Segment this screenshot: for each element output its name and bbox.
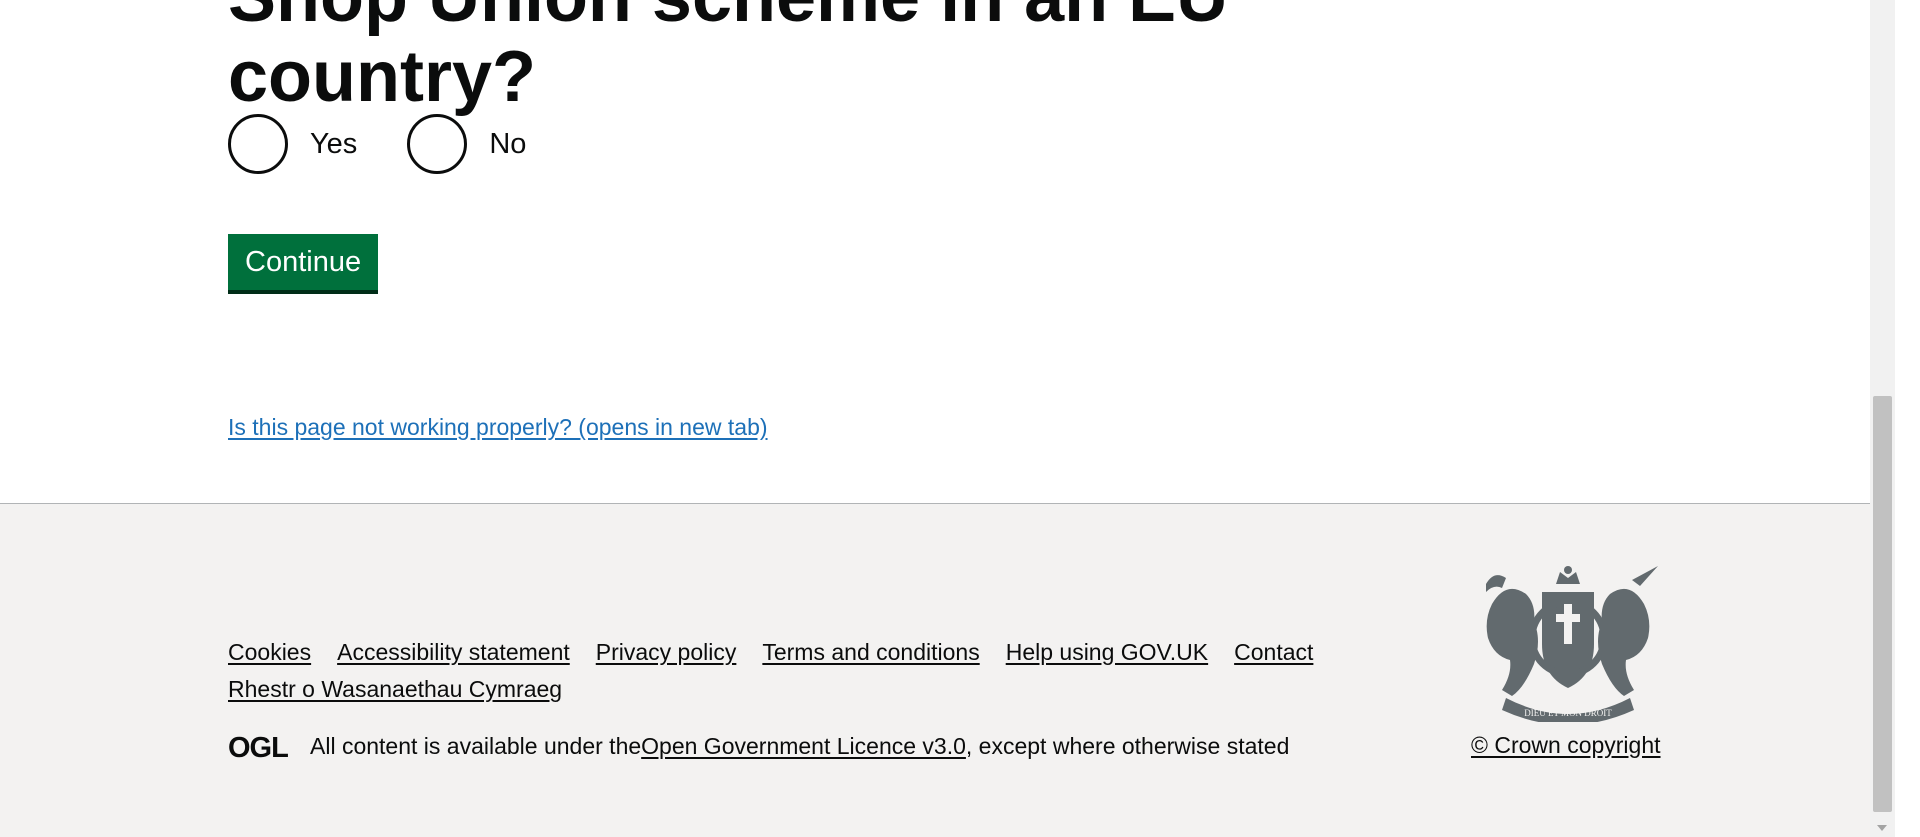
footer: Cookies Accessibility statement Privacy po…	[0, 503, 1895, 837]
yes-no-radios: Yes No	[228, 114, 576, 174]
question-heading: Shop Union scheme in an EU country?	[228, 0, 1228, 117]
footer-link-cookies[interactable]: Cookies	[228, 634, 311, 671]
radio-yes-label[interactable]: Yes	[310, 128, 357, 161]
radio-no-circle[interactable]	[407, 114, 468, 174]
question-line-1: Shop Union scheme in an EU	[228, 0, 1228, 37]
footer-links: Cookies Accessibility statement Privacy po…	[228, 634, 1378, 708]
ogl-logo-icon: OGL	[228, 732, 289, 760]
ogl-logo-text: OGL	[228, 732, 288, 760]
footer-link-help[interactable]: Help using GOV.UK	[1006, 634, 1208, 671]
footer-link-contact[interactable]: Contact	[1234, 634, 1313, 671]
footer-link-welsh[interactable]: Rhestr o Wasanaethau Cymraeg	[228, 671, 562, 708]
crest-motto: DIEU ET MON DROIT	[1524, 708, 1612, 718]
question-line-2: country?	[228, 37, 537, 117]
vertical-scrollbar[interactable]	[1870, 0, 1895, 837]
crown-copyright-link[interactable]: © Crown copyright	[1471, 732, 1661, 759]
radio-no[interactable]: No	[407, 114, 526, 174]
footer-link-terms[interactable]: Terms and conditions	[762, 634, 979, 671]
royal-coat-of-arms-icon: DIEU ET MON DROIT	[1486, 566, 1658, 722]
continue-button[interactable]: Continue	[228, 234, 379, 290]
scrollbar-thumb[interactable]	[1873, 396, 1892, 812]
scroll-down-arrow-icon[interactable]	[1877, 825, 1887, 831]
page: Shop Union scheme in an EU country? Yes …	[0, 0, 1895, 837]
radio-yes-circle[interactable]	[228, 114, 288, 174]
footer-link-accessibility[interactable]: Accessibility statement	[337, 634, 570, 671]
radio-no-label[interactable]: No	[489, 128, 526, 161]
radio-yes[interactable]: Yes	[228, 114, 357, 174]
main-content: Shop Union scheme in an EU country? Yes …	[0, 0, 1895, 503]
licence-prefix: All content is available under the	[310, 732, 642, 759]
licence-row: OGL All content is available under the O…	[228, 732, 1289, 760]
feedback-link[interactable]: Is this page not working properly? (open…	[228, 414, 768, 441]
licence-link[interactable]: Open Government Licence v3.0	[641, 733, 966, 760]
footer-link-privacy[interactable]: Privacy policy	[596, 634, 737, 671]
licence-suffix: , except where otherwise stated	[965, 732, 1290, 759]
